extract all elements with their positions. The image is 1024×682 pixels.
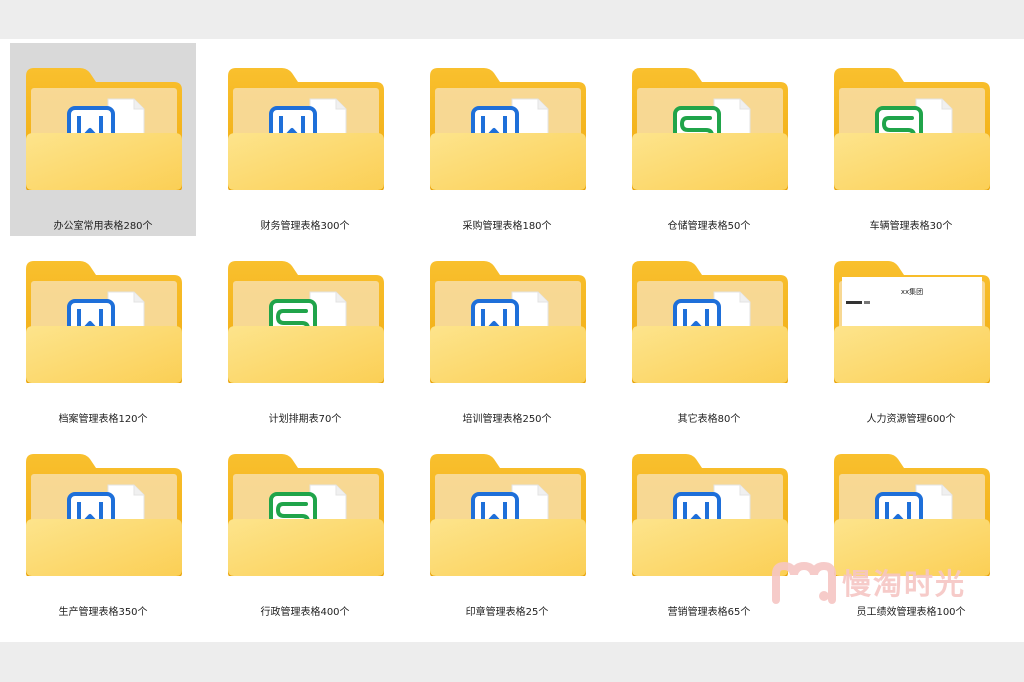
word-doc-icon [430,454,586,576]
folder-label: 生产管理表格350个 [58,607,148,618]
folder-label: 印章管理表格25个 [465,607,549,618]
folder-item[interactable]: 财务管理表格300个 [212,43,398,236]
folder-icon [632,68,788,190]
folder-icon [26,68,182,190]
folder-icon [430,454,586,576]
word-doc-icon [26,68,182,190]
excel-sheet-icon [228,454,384,576]
folder-label: 行政管理表格400个 [260,607,350,618]
folder-label: 办公室常用表格280个 [53,221,153,232]
folder-icon [228,454,384,576]
document-preview-icon: xx集团 [834,261,990,383]
folder-label: 采购管理表格180个 [462,221,552,232]
word-doc-icon [26,261,182,383]
word-doc-icon [26,454,182,576]
word-doc-icon [632,454,788,576]
folder-icon [26,454,182,576]
folder-icon [228,261,384,383]
svg-text:xx集团: xx集团 [901,287,923,296]
folder-icon [430,261,586,383]
folder-item[interactable]: 采购管理表格180个 [414,43,600,236]
watermark-text: 慢淘时光 [842,567,967,601]
folder-item[interactable]: 印章管理表格25个 [414,429,600,622]
file-browser-view: 办公室常用表格280个 财务管理表格300个 采购管理表格180个 仓储管理表格… [0,39,1024,642]
folder-label: 仓储管理表格50个 [667,221,751,232]
folder-icon [834,68,990,190]
folder-item[interactable]: 办公室常用表格280个 [10,43,196,236]
excel-sheet-icon [228,261,384,383]
folder-item[interactable]: 车辆管理表格30个 [818,43,1004,236]
excel-sheet-icon [834,68,990,190]
folder-item[interactable]: 档案管理表格120个 [10,236,196,429]
folder-item[interactable]: 行政管理表格400个 [212,429,398,622]
folder-label: 车辆管理表格30个 [869,221,953,232]
folder-label: 员工绩效管理表格100个 [856,607,966,618]
folder-icon: xx集团 [834,261,990,383]
folder-item[interactable]: 计划排期表70个 [212,236,398,429]
watermark: 慢淘时光 [772,557,966,607]
folder-label: 人力资源管理600个 [866,414,956,425]
folder-item[interactable]: xx集团 人力资源管理600个 [818,236,1004,429]
word-doc-icon [632,261,788,383]
folder-label: 计划排期表70个 [268,414,342,425]
folder-label: 档案管理表格120个 [58,414,148,425]
folder-item[interactable]: 仓储管理表格50个 [616,43,802,236]
folder-label: 财务管理表格300个 [260,221,350,232]
folder-label: 其它表格80个 [677,414,741,425]
folder-icon [632,454,788,576]
excel-sheet-icon [632,68,788,190]
folder-icon [228,68,384,190]
folder-icon [430,68,586,190]
m-logo-icon [772,560,836,604]
folder-label: 培训管理表格250个 [462,414,552,425]
folder-grid: 办公室常用表格280个 财务管理表格300个 采购管理表格180个 仓储管理表格… [10,43,1004,622]
folder-label: 营销管理表格65个 [667,607,751,618]
word-doc-icon [430,261,586,383]
word-doc-icon [228,68,384,190]
folder-icon [26,261,182,383]
folder-item[interactable]: 培训管理表格250个 [414,236,600,429]
word-doc-icon [430,68,586,190]
folder-item[interactable]: 其它表格80个 [616,236,802,429]
folder-icon [632,261,788,383]
folder-item[interactable]: 生产管理表格350个 [10,429,196,622]
